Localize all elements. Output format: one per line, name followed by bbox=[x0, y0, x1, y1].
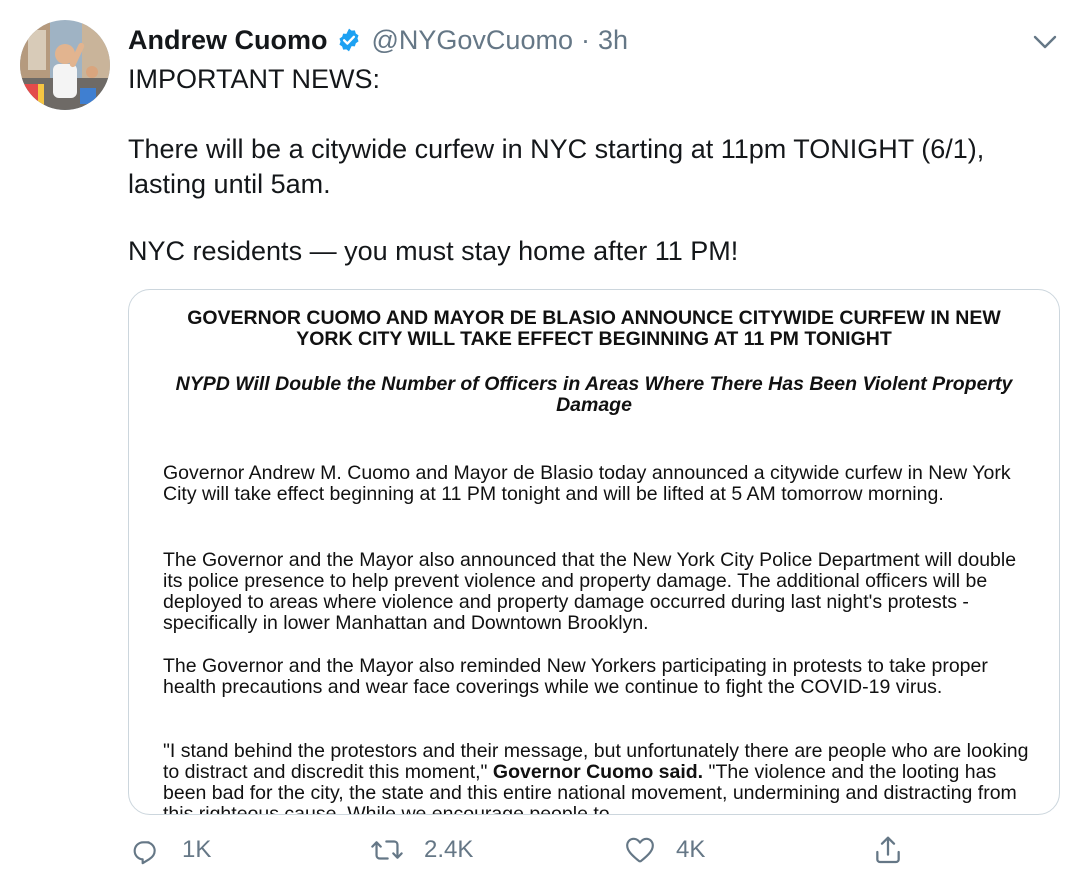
retweet-icon bbox=[370, 834, 404, 866]
tweet-header: Andrew Cuomo @NYGovCuomo · 3h bbox=[128, 22, 628, 58]
press-release-paragraph-4: "I stand behind the protestors and their… bbox=[163, 741, 1033, 815]
heart-icon bbox=[624, 834, 656, 866]
share-button[interactable] bbox=[872, 830, 904, 870]
tweet-line-curfew: There will be a citywide curfew in NYC s… bbox=[128, 134, 985, 199]
like-count: 4K bbox=[676, 836, 706, 863]
share-icon bbox=[872, 834, 904, 866]
press-release-title: GOVERNOR CUOMO AND MAYOR DE BLASIO ANNOU… bbox=[187, 307, 1001, 350]
tweet-line-headline: IMPORTANT NEWS: bbox=[128, 64, 381, 94]
tweet-actions: 1K 2.4K 4K bbox=[0, 830, 1080, 874]
header-separator: · bbox=[580, 24, 590, 55]
press-release-subtitle: NYPD Will Double the Number of Officers … bbox=[175, 373, 1013, 416]
press-release-document: GOVERNOR CUOMO AND MAYOR DE BLASIO ANNOU… bbox=[129, 290, 1059, 815]
reply-button[interactable]: 1K bbox=[130, 830, 211, 870]
press-release-paragraph-2: The Governor and the Mayor also announce… bbox=[163, 549, 1017, 634]
retweet-count: 2.4K bbox=[424, 836, 474, 863]
verified-badge-icon bbox=[336, 27, 362, 53]
like-button[interactable]: 4K bbox=[624, 830, 705, 870]
timestamp[interactable]: 3h bbox=[598, 25, 628, 56]
avatar[interactable] bbox=[20, 20, 110, 110]
attached-image[interactable]: GOVERNOR CUOMO AND MAYOR DE BLASIO ANNOU… bbox=[128, 289, 1060, 815]
press-release-paragraph-1: Governor Andrew M. Cuomo and Mayor de Bl… bbox=[163, 462, 1011, 505]
retweet-button[interactable]: 2.4K bbox=[370, 830, 473, 870]
reply-icon bbox=[130, 834, 162, 866]
author-handle[interactable]: @NYGovCuomo bbox=[372, 25, 573, 56]
quote-attribution: Governor Cuomo said. bbox=[492, 761, 704, 783]
author-name[interactable]: Andrew Cuomo bbox=[128, 25, 328, 56]
chevron-down-icon[interactable] bbox=[1030, 30, 1060, 54]
press-release-paragraph-3: The Governor and the Mayor also reminded… bbox=[163, 655, 988, 698]
reply-count: 1K bbox=[182, 836, 212, 863]
tweet-line-residents: NYC residents — you must stay home after… bbox=[128, 236, 739, 266]
tweet: Andrew Cuomo @NYGovCuomo · 3h IMPORTANT … bbox=[0, 0, 1080, 882]
